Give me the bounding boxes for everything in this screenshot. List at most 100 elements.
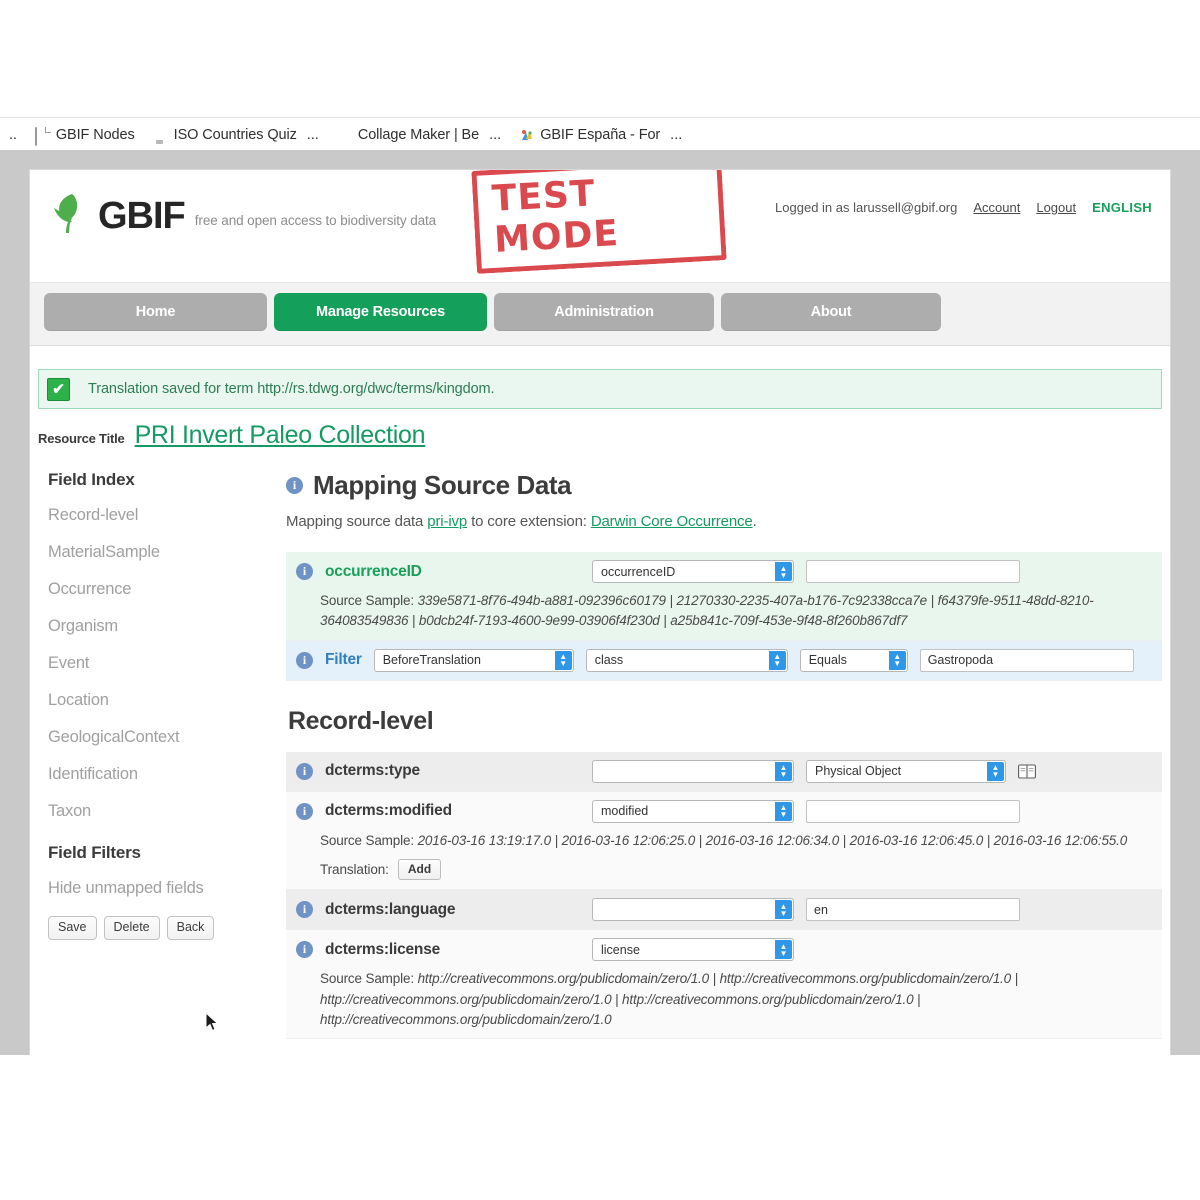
source-sample-value: http://creativecommons.org/publicdomain/… bbox=[320, 971, 1018, 1027]
main-content: i Mapping Source Data Mapping source dat… bbox=[278, 470, 1170, 1040]
subtitle-mid: to core extension: bbox=[467, 513, 591, 530]
nav-tab-home[interactable]: Home bbox=[44, 293, 267, 331]
vocabulary-book-icon[interactable] bbox=[1018, 763, 1036, 779]
mapping-row-controls: i dcterms:modified modified ▲ ▼ bbox=[286, 792, 1162, 831]
sidebar-heading-field-filters: Field Filters bbox=[48, 843, 141, 862]
resource-title-link[interactable]: PRI Invert Paleo Collection bbox=[135, 421, 426, 450]
sidebar-item-organism[interactable]: Organism bbox=[48, 617, 278, 636]
default-value-input[interactable] bbox=[806, 799, 1020, 823]
sidebar-item-identification[interactable]: Identification bbox=[48, 765, 278, 784]
source-field-select-value: license bbox=[601, 942, 640, 957]
source-sample-label: Source Sample: bbox=[320, 832, 418, 848]
chevron-updown-icon: ▲ ▼ bbox=[768, 650, 786, 670]
source-field-select[interactable]: license ▲ ▼ bbox=[592, 938, 794, 962]
filter-operator-select[interactable]: Equals ▲ ▼ bbox=[799, 648, 908, 672]
resource-title-row: Resource Title PRI Invert Paleo Collecti… bbox=[30, 409, 1170, 450]
info-icon[interactable]: i bbox=[296, 651, 313, 669]
source-sample-text: Source Sample: 339e5871-8f76-494b-a881-0… bbox=[286, 591, 1162, 640]
source-field-select[interactable]: ▲ ▼ bbox=[592, 898, 794, 922]
info-icon[interactable]: i bbox=[286, 477, 303, 494]
mapping-row-dcterms-language: i dcterms:language ▲ ▼ en bbox=[286, 890, 1162, 931]
sidebar-item-record-level[interactable]: Record-level bbox=[48, 506, 278, 525]
nav-tab-administration[interactable]: Administration bbox=[494, 293, 714, 331]
gbif-logo[interactable]: GBIF free and open access to biodiversit… bbox=[52, 192, 436, 235]
core-extension-link[interactable]: Darwin Core Occurrence bbox=[591, 513, 753, 530]
source-sample-text: Source Sample: http://creativecommons.or… bbox=[286, 969, 1162, 1038]
back-button[interactable]: Back bbox=[166, 916, 215, 940]
default-value-input[interactable]: en bbox=[806, 898, 1020, 922]
source-sample-text: Source Sample: 2016-03-16 13:19:17.0 | 2… bbox=[286, 831, 1162, 859]
lightbulb-icon bbox=[153, 128, 168, 143]
filter-field-value: class bbox=[594, 653, 624, 667]
bookmark-overflow[interactable]: .. bbox=[0, 121, 26, 149]
mapping-row-dcterms-license: i dcterms:license license ▲ ▼ Source Samp… bbox=[286, 930, 1162, 1040]
vocabulary-value-select[interactable]: Physical Object ▲ ▼ bbox=[806, 759, 1006, 783]
logout-link[interactable]: Logout bbox=[1036, 200, 1076, 215]
sidebar-item-occurrence[interactable]: Occurrence bbox=[48, 580, 278, 599]
translation-label: Translation: bbox=[320, 862, 389, 878]
source-sample-label: Source Sample: bbox=[320, 971, 418, 987]
mapping-row-dcterms-type: i dcterms:type ▲ ▼ Physical Object ▲ ▼ bbox=[286, 751, 1162, 792]
page-title: Mapping Source Data bbox=[313, 470, 572, 500]
term-label: occurrenceID bbox=[325, 562, 422, 580]
sidebar-item-location[interactable]: Location bbox=[48, 691, 278, 710]
info-icon[interactable]: i bbox=[296, 941, 313, 959]
page-title-row: i Mapping Source Data bbox=[286, 470, 1162, 501]
filter-when-select[interactable]: BeforeTranslation ▲ ▼ bbox=[373, 648, 574, 672]
sidebar-item-event[interactable]: Event bbox=[48, 654, 278, 673]
bookmark-item-iso-countries-quiz[interactable]: ISO Countries Quiz... bbox=[144, 121, 328, 149]
info-icon[interactable]: i bbox=[296, 563, 313, 580]
nav-tabs: Home Manage Resources Administration Abo… bbox=[44, 293, 941, 331]
bookmark-item-gbif-nodes[interactable]: GBIF Nodes bbox=[26, 121, 144, 149]
sidebar-item-geologicalcontext[interactable]: GeologicalContext bbox=[48, 728, 278, 747]
term-label: dcterms:license bbox=[325, 940, 441, 958]
info-icon[interactable]: i bbox=[296, 762, 313, 780]
nav-tab-about[interactable]: About bbox=[721, 293, 941, 331]
source-data-link[interactable]: pri-ivp bbox=[427, 513, 467, 530]
info-icon[interactable]: i bbox=[296, 802, 313, 820]
bookmark-label: Collage Maker | Be bbox=[357, 127, 480, 143]
bookmark-label: ISO Countries Quiz bbox=[173, 127, 297, 143]
save-button[interactable]: Save bbox=[48, 916, 97, 940]
source-field-select[interactable]: modified ▲ ▼ bbox=[592, 799, 794, 823]
mapping-row-controls: i dcterms:language ▲ ▼ en bbox=[286, 890, 1162, 929]
address-bar[interactable]: //ipt.gbif.org/manage/mapping.do?r=pri_i… bbox=[0, 86, 1200, 116]
bookmark-ellipsis: ... bbox=[489, 127, 502, 143]
subtitle-post: . bbox=[752, 513, 757, 530]
sidebar-item-hide-unmapped-fields[interactable]: Hide unmapped fields bbox=[48, 879, 278, 898]
filter-label: Filter bbox=[325, 651, 362, 668]
account-link[interactable]: Account bbox=[973, 200, 1020, 215]
source-sample-value: 2016-03-16 13:19:17.0 | 2016-03-16 12:06… bbox=[417, 832, 1128, 848]
filter-row: i Filter BeforeTranslation ▲▼ class ▲▼ bbox=[286, 640, 1162, 681]
filter-field-select[interactable]: class ▲ ▼ bbox=[585, 648, 788, 672]
mapping-row-controls: i occurrenceID occurrenceID ▲ ▼ bbox=[286, 552, 1162, 591]
sidebar-item-materialsample[interactable]: MaterialSample bbox=[48, 543, 278, 562]
delete-button[interactable]: Delete bbox=[103, 916, 160, 940]
success-alert: ✔ Translation saved for term http://rs.t… bbox=[38, 369, 1162, 409]
source-field-select[interactable]: ▲ ▼ bbox=[592, 759, 794, 783]
sidebar-item-taxon[interactable]: Taxon bbox=[48, 802, 278, 821]
test-mode-stamp-text: TEST MODE bbox=[471, 170, 727, 274]
subtitle-pre: Mapping source data bbox=[286, 513, 428, 530]
mapping-row-controls: i dcterms:license license ▲ ▼ bbox=[286, 930, 1162, 969]
sidebar-heading-field-index: Field Index bbox=[48, 470, 135, 489]
add-translation-button[interactable]: Add bbox=[397, 858, 442, 881]
bookmark-item-gbif-espana[interactable]: GBIF España - For... bbox=[510, 121, 691, 149]
mapping-row-dcterms-modified: i dcterms:modified modified ▲ ▼ Source Sa… bbox=[286, 791, 1162, 891]
chevron-updown-icon: ▲ ▼ bbox=[554, 650, 572, 670]
source-field-select-value: occurrenceID bbox=[601, 564, 676, 579]
sidebar-buttons: Save Delete Back bbox=[48, 916, 278, 940]
bookmark-item-collage-maker[interactable]: Collage Maker | Be... bbox=[328, 121, 510, 149]
filter-match-input[interactable]: Gastropoda bbox=[919, 648, 1134, 672]
chevron-updown-icon: ▲ ▼ bbox=[775, 562, 792, 581]
language-selector[interactable]: ENGLISH bbox=[1092, 200, 1152, 215]
filter-operator-value: Equals bbox=[808, 653, 847, 667]
page-subtitle: Mapping source data pri-ivp to core exte… bbox=[286, 513, 1162, 530]
filter-row-controls: i Filter BeforeTranslation ▲▼ class ▲▼ bbox=[286, 641, 1162, 680]
nav-tab-manage-resources[interactable]: Manage Resources bbox=[274, 293, 487, 331]
info-icon[interactable]: i bbox=[296, 901, 313, 919]
default-value-input[interactable] bbox=[806, 560, 1020, 583]
success-alert-message: Translation saved for term http://rs.tdw… bbox=[88, 381, 495, 397]
page-body: Field Index Record-level MaterialSample … bbox=[30, 470, 1170, 1040]
source-field-select[interactable]: occurrenceID ▲ ▼ bbox=[592, 560, 794, 583]
